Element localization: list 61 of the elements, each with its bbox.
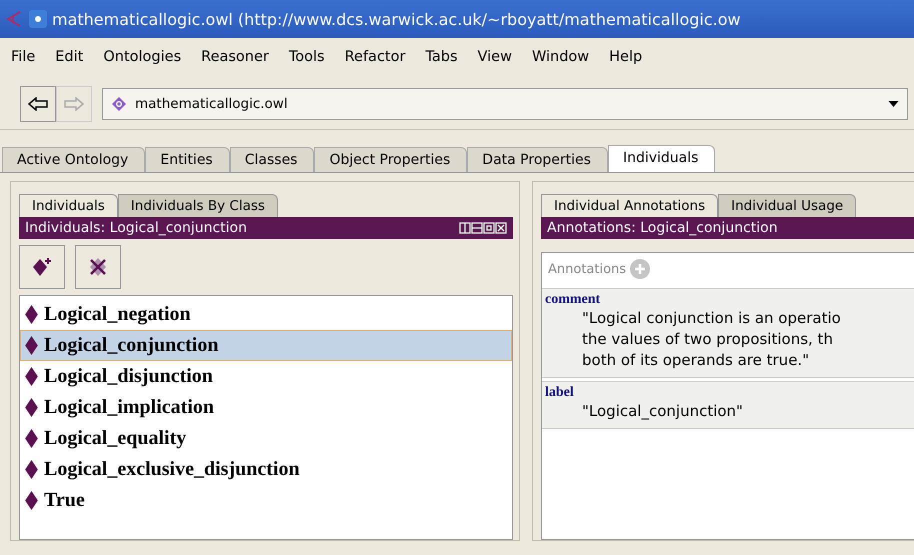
workspace-tab[interactable]: Entities — [145, 147, 230, 172]
menu-item[interactable]: Help — [600, 48, 654, 64]
individual-name: Logical_implication — [44, 396, 214, 419]
menu-item[interactable]: Reasoner — [192, 48, 280, 64]
individual-name: True — [44, 489, 85, 512]
view-tab[interactable]: Individuals By Class — [118, 194, 278, 217]
individual-icon — [25, 491, 38, 510]
menu-item[interactable]: Edit — [46, 48, 94, 64]
individual-item[interactable]: Logical_exclusive_disjunction — [20, 454, 512, 485]
view-title: Annotations: Logical_conjunction — [547, 220, 778, 236]
individual-icon — [25, 305, 38, 324]
annotation-value: the values of two propositions, th — [582, 329, 834, 350]
workspace-tab[interactable]: Object Properties — [314, 147, 468, 172]
menu-item[interactable]: Tools — [280, 48, 336, 64]
individual-icon — [25, 460, 38, 479]
individual-name: Logical_equality — [44, 427, 186, 450]
annotation-value: both of its operands are true." — [582, 350, 810, 371]
window-title: mathematicallogic.owl (http://www.dcs.warwick.ac.uk/~rboyatt/mathematicallogic.ow — [52, 10, 741, 28]
view-tab[interactable]: Individual Usage — [718, 194, 856, 217]
caret-icon — [888, 101, 899, 107]
workspace-tab[interactable]: Individuals — [608, 145, 716, 172]
individual-name: Logical_negation — [44, 303, 191, 326]
individual-item[interactable]: Logical_negation — [20, 299, 512, 330]
view-controls-icon[interactable] — [459, 222, 507, 234]
individual-name: Logical_disjunction — [44, 365, 213, 388]
individual-name: Logical_exclusive_disjunction — [44, 458, 300, 481]
ontology-dropdown[interactable]: mathematicallogic.owl — [102, 88, 908, 120]
individual-icon — [25, 336, 38, 355]
individual-item[interactable]: Logical_conjunction — [20, 330, 512, 361]
annotation-value: "Logical conjunction is an operatio — [582, 308, 842, 329]
annotation-value: "Logical_conjunction" — [582, 401, 744, 422]
menu-item[interactable]: Refactor — [336, 48, 416, 64]
menu-item[interactable]: Tabs — [416, 48, 469, 64]
back-button[interactable] — [20, 86, 56, 122]
left-arrow-icon — [27, 97, 49, 111]
workspace-tab[interactable]: Classes — [230, 147, 314, 172]
individual-item[interactable]: Logical_equality — [20, 423, 512, 454]
ontology-icon — [111, 96, 127, 112]
individual-icon — [25, 398, 38, 417]
menu-item[interactable]: File — [2, 48, 46, 64]
individual-item[interactable]: True — [20, 485, 512, 516]
annotation-property: comment — [544, 292, 602, 308]
delete-individual-button[interactable] — [75, 245, 121, 289]
menu-item[interactable]: Ontologies — [94, 48, 192, 64]
view-tab[interactable]: Individuals — [19, 194, 118, 217]
section-label: Annotations — [548, 262, 626, 276]
view-tab[interactable]: Individual Annotations — [541, 194, 718, 217]
individual-icon — [25, 367, 38, 386]
menu-item[interactable]: Window — [522, 48, 600, 64]
window-menu-icon[interactable] — [28, 9, 48, 29]
workspace-tab[interactable]: Active Ontology — [2, 147, 146, 172]
view-title: Individuals: Logical_conjunction — [25, 220, 247, 236]
individual-item[interactable]: Logical_disjunction — [20, 361, 512, 392]
individual-name: Logical_conjunction — [44, 334, 218, 357]
individual-icon — [25, 429, 38, 448]
individual-item[interactable]: Logical_implication — [20, 392, 512, 423]
menu-item[interactable]: View — [468, 48, 523, 64]
annotation-property: label — [544, 385, 575, 401]
add-individual-button[interactable] — [19, 245, 65, 289]
right-arrow-icon — [63, 97, 85, 111]
workspace-tab[interactable]: Data Properties — [467, 147, 608, 172]
